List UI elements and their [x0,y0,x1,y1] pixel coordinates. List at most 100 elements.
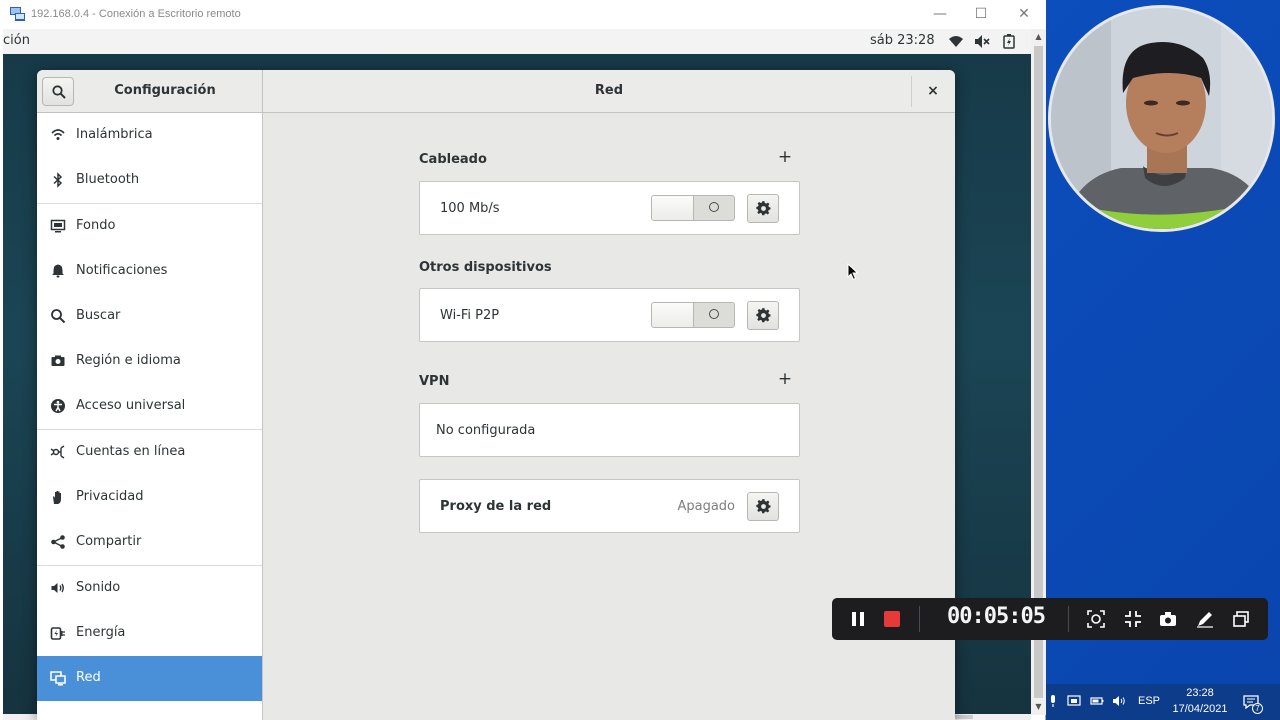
power-icon [50,627,65,640]
maximize-button[interactable]: ☐ [959,0,1003,29]
sidebar-item-compartir[interactable]: Compartir [37,520,262,565]
hand-icon [53,491,61,504]
toolbar-divider [1068,606,1069,632]
sidebar-item-label: Red [76,670,101,685]
toggle-knob [652,303,694,327]
volume-muted-icon[interactable] [974,34,990,49]
pause-icon[interactable] [848,609,868,629]
wifi-p2p-toggle-switch[interactable] [651,302,735,328]
recording-timer: 00:05:05 [947,604,1046,629]
settings-headerbar-left: Configuración [37,70,263,113]
screenshot-region-icon[interactable] [1086,609,1106,629]
settings-headerbar-right: Red × [263,70,955,113]
vpn-row: No configurada [419,403,800,457]
volume-icon[interactable] [1112,694,1126,708]
windows-taskbar: ESP 23:28 17/04/2021 7 [1046,684,1280,720]
settings-window: Configuración Red × Inalámbrica Bluetoot… [37,70,955,720]
toggle-knob [652,196,694,220]
remote-desktop-tray-icon[interactable] [1067,694,1081,708]
sidebar-item-label: Acceso universal [76,398,186,413]
presenter-video-image [1051,8,1272,229]
close-settings-button[interactable]: × [921,80,945,102]
microphone-icon[interactable] [1046,694,1060,708]
panel-title: Red [594,83,624,98]
taskbar-time[interactable]: 23:28 [1166,687,1234,699]
online-accounts-icon [50,445,65,459]
stop-icon[interactable] [882,609,902,629]
sidebar-item-fondo[interactable]: Fondo [37,204,262,249]
webcam-overlay [1048,5,1275,232]
section-title-other-devices: Otros dispositivos [419,260,552,275]
scroll-up-arrow-icon[interactable]: ▲ [1033,32,1044,42]
accessibility-icon [51,399,65,413]
wifi-p2p-label: Wi-Fi P2P [440,308,500,323]
sidebar-item-notificaciones[interactable]: Notificaciones [37,249,262,294]
input-language[interactable]: ESP [1138,695,1160,707]
sidebar-item-bluetooth[interactable]: Bluetooth [37,158,262,203]
proxy-label: Proxy de la red [440,499,552,514]
rdp-title: 192.168.0.4 - Conexión a Escritorio remo… [31,8,241,20]
sidebar-item-inalambrica[interactable]: Inalámbrica [37,113,262,158]
scroll-down-arrow-icon[interactable]: ▼ [1033,702,1044,712]
camera-icon[interactable] [1158,609,1178,629]
settings-sidebar: Inalámbrica Bluetooth Fondo Notificacion… [37,113,263,720]
wifi-p2p-row: Wi-Fi P2P [419,288,800,342]
wired-settings-button[interactable] [747,194,779,223]
sidebar-item-energia[interactable]: Energía [37,611,262,656]
battery-icon[interactable] [1001,34,1017,49]
sidebar-item-label: Energía [76,625,126,640]
sidebar-item-label: Notificaciones [76,263,168,278]
taskbar-date[interactable]: 17/04/2021 [1166,703,1234,715]
wifi-p2p-settings-button[interactable] [747,301,779,330]
section-title-wired: Cableado [419,152,487,167]
close-window-button[interactable]: ✕ [1002,0,1046,29]
recording-toolbar: 00:05:05 [832,598,1268,640]
wifi-icon[interactable] [948,34,964,49]
off-indicator-icon [709,309,719,319]
add-vpn-button[interactable]: + [775,369,795,389]
mouse-cursor-icon [847,263,859,281]
gear-icon [756,499,771,514]
speaker-icon [51,583,64,593]
sidebar-item-label: Inalámbrica [76,127,153,142]
notification-count-badge: 7 [1252,703,1263,714]
headerbar-separator [911,76,912,107]
rdp-titlebar: 192.168.0.4 - Conexión a Escritorio remo… [0,0,1046,29]
wired-speed-label: 100 Mb/s [440,201,500,216]
sidebar-item-privacidad[interactable]: Privacidad [37,475,262,520]
sidebar-item-label: Compartir [76,534,142,549]
sidebar-item-buscar[interactable]: Buscar [37,294,262,339]
sidebar-item-red[interactable]: Red [37,656,262,701]
window-icon[interactable] [1231,609,1251,629]
bluetooth-icon [53,172,63,188]
sidebar-item-label: Bluetooth [76,172,140,187]
collapse-icon[interactable] [1123,609,1143,629]
sidebar-item-cuentas-en-linea[interactable]: Cuentas en línea [37,430,262,475]
battery-icon[interactable] [1090,694,1104,708]
add-wired-button[interactable]: + [775,147,795,167]
sidebar-item-region-idioma[interactable]: Región e idioma [37,339,262,384]
background-icon [50,219,66,233]
wired-toggle-switch[interactable] [651,195,735,221]
gnome-top-bar: ción sáb 23:28 [3,29,1031,54]
toolbar-divider [919,606,920,632]
sidebar-item-acceso-universal[interactable]: Acceso universal [37,384,262,429]
bell-icon [52,264,64,278]
gear-icon [756,201,771,216]
proxy-status: Apagado [677,499,735,514]
wifi-icon [51,129,65,140]
settings-app-title: Configuración [114,83,216,98]
pen-icon[interactable] [1195,609,1215,629]
activities-label[interactable]: ción [3,33,30,48]
section-title-vpn: VPN [419,374,450,389]
off-indicator-icon [709,202,719,212]
top-bar-clock[interactable]: sáb 23:28 [870,33,935,48]
network-icon [50,671,66,686]
camera-region-icon [51,355,65,366]
gear-icon [756,308,771,323]
sidebar-item-sonido[interactable]: Sonido [37,566,262,611]
proxy-settings-button[interactable] [747,492,779,521]
minimize-button[interactable]: — [918,0,962,29]
sidebar-item-label: Cuentas en línea [76,444,186,459]
network-proxy-row[interactable]: Proxy de la red Apagado [419,479,800,533]
